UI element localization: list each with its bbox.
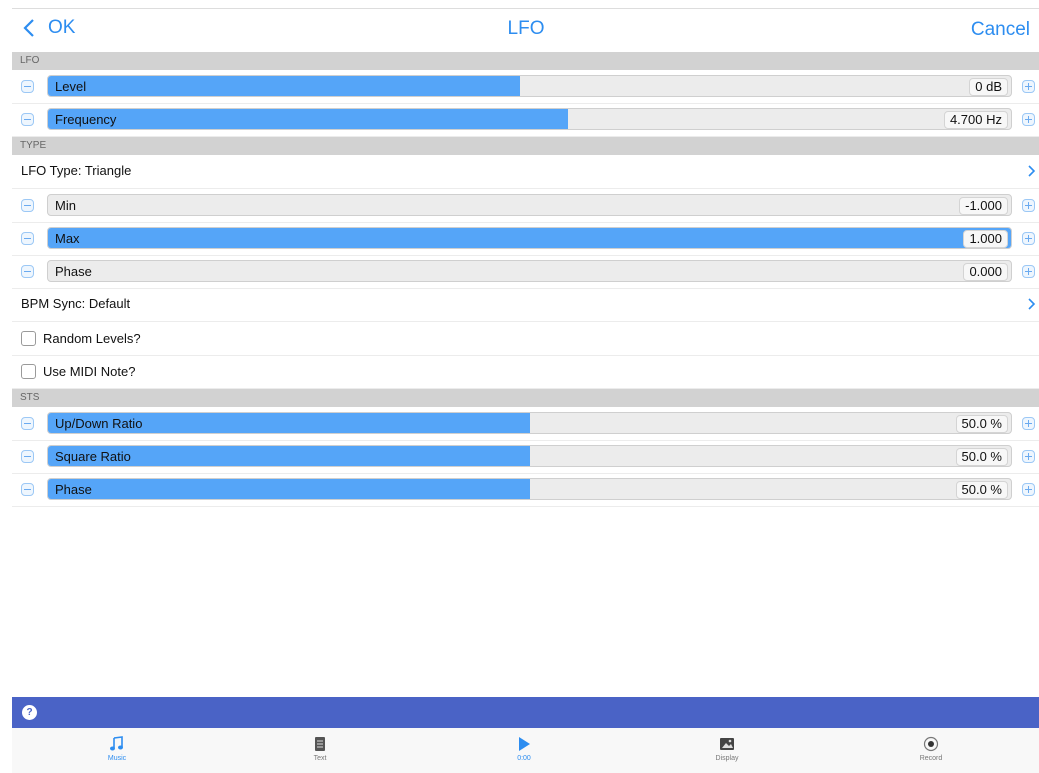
up-down-ratio-slider-row: Up/Down Ratio 50.0 %: [12, 407, 1039, 441]
square-ratio-minus-button[interactable]: [21, 450, 34, 463]
bpm-sync-row[interactable]: BPM Sync: Default: [12, 288, 1039, 322]
section-header-lfo: LFO: [12, 52, 1039, 70]
square-ratio-slider-row: Square Ratio 50.0 %: [12, 440, 1039, 474]
tab-music-label: Music: [107, 755, 127, 762]
page-title: LFO: [507, 18, 545, 39]
square-ratio-label: Square Ratio: [55, 449, 131, 464]
sts-phase-slider-fill: [48, 479, 530, 499]
use-midi-note-label: Use MIDI Note?: [43, 364, 136, 379]
phase-plus-button[interactable]: [1022, 265, 1035, 278]
sts-phase-slider-row: Phase 50.0 %: [12, 473, 1039, 507]
up-down-ratio-minus-button[interactable]: [21, 417, 34, 430]
help-icon[interactable]: ?: [22, 705, 37, 720]
music-note-icon: [110, 736, 123, 751]
use-midi-note-row: Use MIDI Note?: [12, 355, 1039, 389]
phase-minus-button[interactable]: [21, 265, 34, 278]
square-ratio-slider[interactable]: Square Ratio 50.0 %: [47, 445, 1012, 467]
frequency-slider[interactable]: Frequency 4.700 Hz: [47, 108, 1012, 130]
max-slider[interactable]: Max 1.000: [47, 227, 1012, 249]
min-slider-row: Min -1.000: [12, 189, 1039, 223]
phase-slider-row: Phase 0.000: [12, 255, 1039, 289]
play-icon: [519, 737, 530, 751]
frequency-slider-row: Frequency 4.700 Hz: [12, 103, 1039, 137]
navigation-bar: OK LFO Cancel: [12, 8, 1039, 53]
text-document-icon: [315, 737, 325, 751]
level-slider[interactable]: Level 0 dB: [47, 75, 1012, 97]
chevron-right-icon: [1028, 165, 1036, 177]
level-minus-button[interactable]: [21, 80, 34, 93]
min-value: -1.000: [959, 197, 1008, 215]
max-value: 1.000: [963, 230, 1008, 248]
tab-record[interactable]: Record: [871, 728, 991, 773]
section-header-type: TYPE: [12, 137, 1039, 155]
section-header-sts: STS: [12, 389, 1039, 407]
tab-play-label: 0:00: [517, 755, 531, 762]
frequency-plus-button[interactable]: [1022, 113, 1035, 126]
square-ratio-value: 50.0 %: [955, 448, 1008, 466]
help-bar: ?: [12, 697, 1039, 728]
frequency-slider-fill: [48, 109, 569, 129]
sts-phase-minus-button[interactable]: [21, 483, 34, 496]
tab-bar: Music Text 0:00 Display Record: [12, 728, 1039, 773]
lfo-type-row[interactable]: LFO Type: Triangle: [12, 155, 1039, 189]
level-label: Level: [55, 79, 87, 94]
lfo-type-label: LFO Type: Triangle: [21, 163, 132, 178]
lfo-editor: OK LFO Cancel LFO Level 0 dB Frequency 4…: [12, 0, 1039, 773]
tab-music[interactable]: Music: [57, 728, 177, 773]
level-plus-button[interactable]: [1022, 80, 1035, 93]
tab-display[interactable]: Display: [667, 728, 787, 773]
max-minus-button[interactable]: [21, 232, 34, 245]
max-slider-fill: [48, 228, 1011, 248]
frequency-label: Frequency: [55, 112, 117, 127]
min-plus-button[interactable]: [1022, 199, 1035, 212]
min-slider[interactable]: Min -1.000: [47, 194, 1012, 216]
up-down-ratio-slider[interactable]: Up/Down Ratio 50.0 %: [47, 412, 1012, 434]
up-down-ratio-plus-button[interactable]: [1022, 417, 1035, 430]
tab-record-label: Record: [919, 755, 943, 762]
max-label: Max: [55, 231, 80, 246]
level-slider-fill: [48, 76, 520, 96]
max-plus-button[interactable]: [1022, 232, 1035, 245]
cancel-button[interactable]: Cancel: [971, 19, 1030, 41]
sts-phase-value: 50.0 %: [955, 481, 1008, 499]
random-levels-row: Random Levels?: [12, 322, 1039, 356]
bpm-sync-label: BPM Sync: Default: [21, 296, 131, 311]
image-icon: [720, 738, 734, 750]
tab-text-label: Text: [313, 755, 327, 762]
phase-slider[interactable]: Phase 0.000: [47, 260, 1012, 282]
random-levels-label: Random Levels?: [43, 331, 141, 346]
use-midi-note-checkbox[interactable]: [21, 364, 36, 379]
sts-phase-slider[interactable]: Phase 50.0 %: [47, 478, 1012, 500]
chevron-right-icon: [1028, 298, 1036, 310]
phase-label: Phase: [55, 264, 92, 279]
level-value: 0 dB: [969, 78, 1008, 96]
frequency-minus-button[interactable]: [21, 113, 34, 126]
record-icon: [923, 736, 939, 752]
square-ratio-plus-button[interactable]: [1022, 450, 1035, 463]
up-down-ratio-value: 50.0 %: [955, 415, 1008, 433]
up-down-ratio-label: Up/Down Ratio: [55, 416, 143, 431]
phase-value: 0.000: [963, 263, 1008, 281]
tab-display-label: Display: [715, 755, 739, 762]
min-minus-button[interactable]: [21, 199, 34, 212]
min-label: Min: [55, 198, 76, 213]
max-slider-row: Max 1.000: [12, 222, 1039, 256]
tab-text[interactable]: Text: [260, 728, 380, 773]
sts-phase-plus-button[interactable]: [1022, 483, 1035, 496]
random-levels-checkbox[interactable]: [21, 331, 36, 346]
frequency-value: 4.700 Hz: [943, 111, 1008, 129]
tab-play[interactable]: 0:00: [464, 728, 584, 773]
level-slider-row: Level 0 dB: [12, 70, 1039, 104]
sts-phase-label: Phase: [55, 482, 92, 497]
